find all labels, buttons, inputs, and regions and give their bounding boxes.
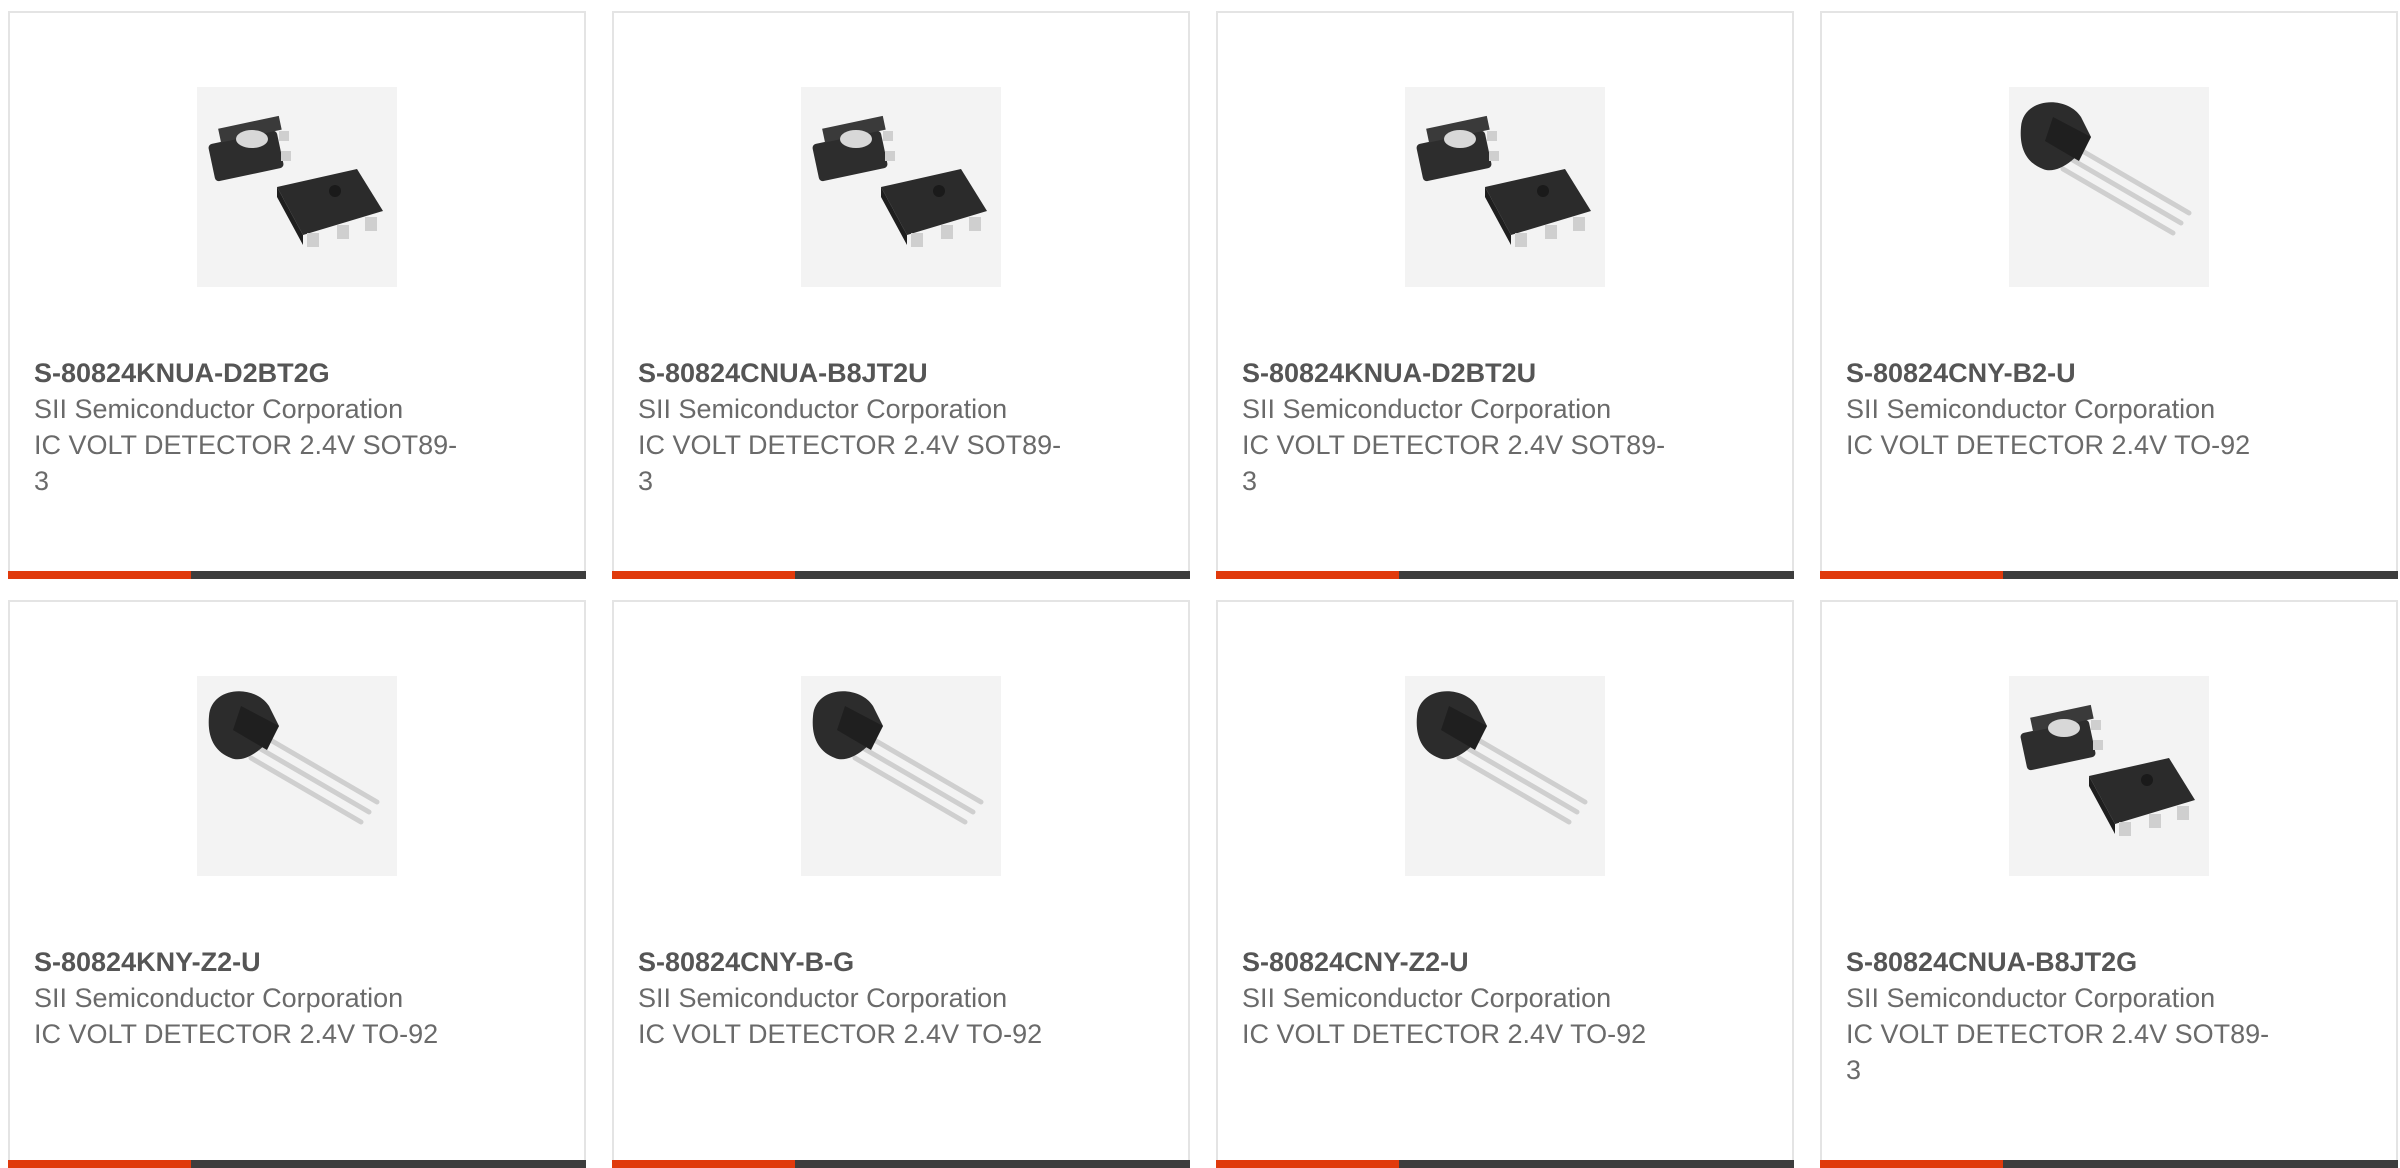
product-image[interactable] [2009, 676, 2209, 876]
manufacturer: SII Semiconductor Corporation [1846, 394, 2216, 424]
manufacturer: SII Semiconductor Corporation [34, 394, 404, 424]
part-number[interactable]: S-80824CNUA-B8JT2U [638, 355, 1068, 391]
manufacturer: SII Semiconductor Corporation [638, 983, 1008, 1013]
to92-package-icon [812, 691, 984, 825]
product-card[interactable]: S-80824KNUA-D2BT2U SII Semiconductor Cor… [1216, 11, 1794, 579]
product-card[interactable]: S-80824CNY-B-G SII Semiconductor Corpora… [612, 600, 1190, 1168]
part-number[interactable]: S-80824CNY-B2-U [1846, 355, 2276, 391]
description: IC VOLT DETECTOR 2.4V TO-92 [34, 1019, 439, 1049]
product-card[interactable]: S-80824KNY-Z2-U SII Semiconductor Corpor… [8, 600, 586, 1168]
product-image[interactable] [1405, 87, 1605, 287]
product-image[interactable] [1405, 676, 1605, 876]
description: IC VOLT DETECTOR 2.4V SOT89-3 [638, 430, 1062, 496]
description: IC VOLT DETECTOR 2.4V SOT89-3 [1242, 430, 1666, 496]
card-bottom-bar [1216, 571, 1794, 579]
description: IC VOLT DETECTOR 2.4V TO-92 [1846, 430, 2251, 460]
part-number[interactable]: S-80824KNUA-D2BT2G [34, 355, 464, 391]
product-image[interactable] [197, 87, 397, 287]
product-image[interactable] [197, 676, 397, 876]
to92-package-icon [1416, 691, 1588, 825]
sot89-package-icon [812, 115, 987, 247]
manufacturer: SII Semiconductor Corporation [1242, 983, 1612, 1013]
product-card[interactable]: S-80824CNUA-B8JT2U SII Semiconductor Cor… [612, 11, 1190, 579]
card-accent-bar [8, 571, 191, 579]
to92-package-icon [208, 691, 380, 825]
product-card[interactable]: S-80824KNUA-D2BT2G SII Semiconductor Cor… [8, 11, 586, 579]
sot89-package-icon [208, 115, 383, 247]
manufacturer: SII Semiconductor Corporation [638, 394, 1008, 424]
card-accent-bar [612, 571, 795, 579]
product-image[interactable] [801, 676, 1001, 876]
card-accent-bar [1820, 571, 2003, 579]
part-number[interactable]: S-80824CNY-Z2-U [1242, 944, 1672, 980]
manufacturer: SII Semiconductor Corporation [1242, 394, 1612, 424]
product-card[interactable]: S-80824CNY-Z2-U SII Semiconductor Corpor… [1216, 600, 1794, 1168]
part-number[interactable]: S-80824KNY-Z2-U [34, 944, 464, 980]
product-grid: S-80824KNUA-D2BT2G SII Semiconductor Cor… [0, 0, 2400, 1168]
sot89-package-icon [2020, 704, 2195, 836]
part-number[interactable]: S-80824KNUA-D2BT2U [1242, 355, 1672, 391]
description: IC VOLT DETECTOR 2.4V TO-92 [638, 1019, 1043, 1049]
product-image[interactable] [2009, 87, 2209, 287]
card-accent-bar [1216, 571, 1399, 579]
manufacturer: SII Semiconductor Corporation [34, 983, 404, 1013]
description: IC VOLT DETECTOR 2.4V SOT89-3 [1846, 1019, 2270, 1085]
product-card[interactable]: S-80824CNY-B2-U SII Semiconductor Corpor… [1820, 11, 2398, 579]
sot89-package-icon [1416, 115, 1591, 247]
card-bottom-bar [1820, 571, 2398, 579]
card-bottom-bar [612, 571, 1190, 579]
card-bottom-bar [8, 571, 586, 579]
description: IC VOLT DETECTOR 2.4V TO-92 [1242, 1019, 1647, 1049]
product-card[interactable]: S-80824CNUA-B8JT2G SII Semiconductor Cor… [1820, 600, 2398, 1168]
manufacturer: SII Semiconductor Corporation [1846, 983, 2216, 1013]
description: IC VOLT DETECTOR 2.4V SOT89-3 [34, 430, 458, 496]
part-number[interactable]: S-80824CNUA-B8JT2G [1846, 944, 2276, 980]
part-number[interactable]: S-80824CNY-B-G [638, 944, 1068, 980]
product-image[interactable] [801, 87, 1001, 287]
to92-package-icon [2020, 102, 2192, 236]
